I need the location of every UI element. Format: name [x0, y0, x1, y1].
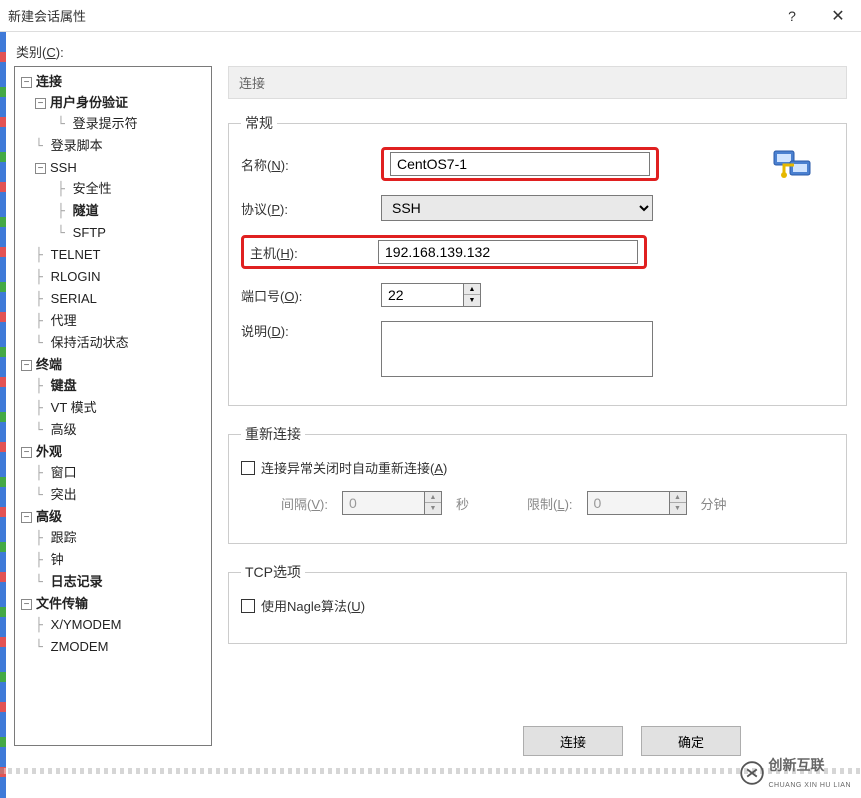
tree-item-terminal[interactable]: −终端 — [17, 354, 209, 375]
spin-down-icon: ▼ — [425, 503, 441, 514]
tree-item-advanced[interactable]: −高级 — [17, 506, 209, 527]
auto-reconnect-checkbox[interactable] — [241, 461, 255, 475]
nagle-checkbox[interactable] — [241, 599, 255, 613]
tree-item-filetransfer[interactable]: −文件传输 — [17, 593, 209, 614]
nagle-label: 使用Nagle算法(U) — [261, 596, 365, 615]
collapse-icon[interactable]: − — [35, 163, 46, 174]
tree-item-login-script[interactable]: └ 登录脚本 — [17, 135, 209, 157]
protocol-select[interactable]: SSH — [381, 195, 653, 221]
spin-down-icon: ▼ — [670, 503, 686, 514]
tree-item-telnet[interactable]: ├ TELNET — [17, 244, 209, 266]
tree-item-window[interactable]: ├ 窗口 — [17, 462, 209, 484]
decorative-edge — [0, 32, 6, 798]
close-button[interactable]: ✕ — [815, 0, 861, 32]
section-header: 连接 — [228, 66, 847, 99]
reconnect-group: 重新连接 连接异常关闭时自动重新连接(A) 间隔(V): ▲▼ 秒 限制(L):… — [228, 424, 847, 544]
limit-input — [587, 491, 669, 515]
tree-item-auth[interactable]: −用户身份验证 — [17, 92, 209, 113]
port-input[interactable] — [381, 283, 463, 307]
tree-item-connection[interactable]: −连接 — [17, 71, 209, 92]
interval-input — [342, 491, 424, 515]
tree-item-tunnel[interactable]: ├ 隧道 — [17, 200, 209, 222]
tree-item-advanced-terminal[interactable]: └ 高级 — [17, 419, 209, 441]
category-tree[interactable]: −连接 −用户身份验证 └ 登录提示符 └ 登录脚本 −SSH ├ 安全性 ├ … — [14, 66, 212, 746]
reconnect-legend: 重新连接 — [241, 424, 305, 444]
title-bar: 新建会话属性 ? ✕ — [0, 0, 861, 32]
tree-item-bell[interactable]: ├ 钟 — [17, 549, 209, 571]
tree-item-sftp[interactable]: └ SFTP — [17, 222, 209, 244]
limit-label: 限制(L): — [527, 494, 573, 513]
computers-icon — [772, 147, 816, 190]
tree-item-appearance[interactable]: −外观 — [17, 441, 209, 462]
watermark: 创新互联 CHUANG XIN HU LIAN — [740, 755, 851, 790]
description-label: 说明(D): — [241, 321, 371, 340]
description-textarea[interactable] — [381, 321, 653, 377]
brand-logo-icon — [740, 761, 764, 785]
general-legend: 常规 — [241, 113, 277, 133]
host-label: 主机(H): — [250, 243, 368, 262]
dialog-footer: 连接 确定 — [0, 714, 861, 768]
tree-item-keepalive[interactable]: └ 保持活动状态 — [17, 332, 209, 354]
tree-item-serial[interactable]: ├ SERIAL — [17, 288, 209, 310]
tree-item-trace[interactable]: ├ 跟踪 — [17, 527, 209, 549]
tree-item-vtmode[interactable]: ├ VT 模式 — [17, 397, 209, 419]
collapse-icon[interactable]: − — [21, 360, 32, 371]
name-highlight — [381, 147, 659, 181]
window-title: 新建会话属性 — [8, 6, 769, 25]
tree-item-zmodem[interactable]: └ ZMODEM — [17, 636, 209, 658]
general-group: 常规 名称(N): 协议(P): — [228, 113, 847, 406]
connect-button[interactable]: 连接 — [523, 726, 623, 756]
interval-label: 间隔(V): — [281, 494, 328, 513]
spin-down-icon[interactable]: ▼ — [464, 295, 480, 306]
name-input[interactable] — [390, 152, 650, 176]
port-label: 端口号(O): — [241, 286, 371, 305]
tree-item-login-prompt[interactable]: └ 登录提示符 — [17, 113, 209, 135]
tree-item-rlogin[interactable]: ├ RLOGIN — [17, 266, 209, 288]
interval-unit: 秒 — [456, 494, 469, 513]
spin-up-icon: ▲ — [425, 492, 441, 503]
collapse-icon[interactable]: − — [35, 98, 46, 109]
spin-up-icon[interactable]: ▲ — [464, 284, 480, 295]
category-label: 类别(C): — [16, 42, 64, 61]
tcp-group: TCP选项 使用Nagle算法(U) — [228, 562, 847, 644]
collapse-icon[interactable]: − — [21, 77, 32, 88]
tcp-legend: TCP选项 — [241, 562, 305, 582]
auto-reconnect-label: 连接异常关闭时自动重新连接(A) — [261, 458, 447, 477]
help-button[interactable]: ? — [769, 0, 815, 32]
tree-item-highlight[interactable]: └ 突出 — [17, 484, 209, 506]
interval-spinner: ▲▼ — [342, 491, 442, 515]
spin-up-icon: ▲ — [670, 492, 686, 503]
port-spinner[interactable]: ▲▼ — [381, 283, 481, 307]
tree-item-ssh[interactable]: −SSH — [17, 157, 209, 178]
host-highlight: 主机(H): — [241, 235, 647, 269]
protocol-label: 协议(P): — [241, 199, 371, 218]
tree-item-logging[interactable]: └ 日志记录 — [17, 571, 209, 593]
tree-item-xymodem[interactable]: ├ X/YMODEM — [17, 614, 209, 636]
decorative-cutline — [0, 768, 861, 774]
tree-item-security[interactable]: ├ 安全性 — [17, 178, 209, 200]
collapse-icon[interactable]: − — [21, 447, 32, 458]
collapse-icon[interactable]: − — [21, 599, 32, 610]
host-input[interactable] — [378, 240, 638, 264]
collapse-icon[interactable]: − — [21, 512, 32, 523]
tree-item-keyboard[interactable]: ├ 键盘 — [17, 375, 209, 397]
limit-spinner: ▲▼ — [587, 491, 687, 515]
ok-button[interactable]: 确定 — [641, 726, 741, 756]
tree-item-proxy[interactable]: ├ 代理 — [17, 310, 209, 332]
name-label: 名称(N): — [241, 155, 371, 174]
limit-unit: 分钟 — [701, 494, 727, 513]
